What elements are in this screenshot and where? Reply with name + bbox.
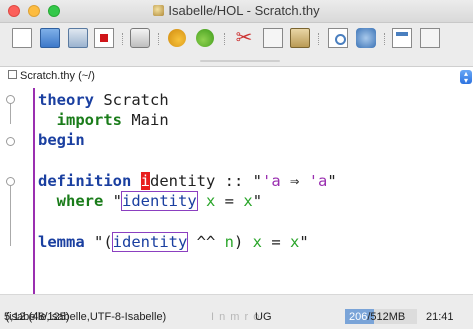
variable: x [243,192,253,210]
code-line-6: lemma "(identity ^^ n) x = x" [38,232,309,254]
operator: = [262,233,291,251]
toolbar-separator [158,33,160,45]
constant-ref: identity [111,232,189,252]
toolbar-separator [384,33,386,45]
gutter-rule [33,88,35,294]
theory-name: Scratch [94,91,169,109]
memory-total: /512MB [367,311,406,323]
keyword: where [56,192,104,210]
buffer-mode-text: (isabelle,isabelle,UTF-8-Isabelle) [5,311,167,323]
keyword: definition [38,172,132,190]
buffer-unmodified-icon [8,70,17,79]
buffer-switcher[interactable]: Scratch.thy (~/) ▴ ▾ [0,66,473,89]
memory-indicator[interactable]: 206/512MB [345,309,417,324]
chevron-updown-icon[interactable]: ▴ ▾ [460,70,472,85]
fold-marker-icon[interactable] [6,177,15,186]
constant-name: dentity [150,172,216,190]
code-line-1: theory Scratch [38,91,169,112]
toolbar-resize-handle[interactable] [200,60,280,62]
status-ug[interactable]: UG [255,311,272,323]
toggle-fullscreen-icon[interactable] [420,28,440,48]
fold-marker-icon[interactable] [6,137,15,146]
fold-marker-icon[interactable] [6,95,15,104]
text-cursor: i [140,172,151,190]
operator: = [215,192,244,210]
quote: " [327,172,337,190]
status-flags[interactable]: I n m r o [211,311,260,323]
new-file-icon[interactable] [12,28,32,48]
keyword: begin [38,131,85,149]
buffer-name: Scratch.thy (~/) [8,70,95,82]
keyword: imports [56,111,122,129]
close-file-icon[interactable] [94,28,114,48]
toolbar-separator [224,33,226,45]
constant-ref: identity [121,191,198,211]
undo-icon[interactable] [168,29,186,47]
variable: x [243,233,263,251]
find-replace-icon[interactable] [356,28,376,48]
paren: ) [234,233,244,251]
clock: 21:41 [426,311,454,323]
variable: x [290,233,300,251]
code-line-3: begin [38,131,85,152]
keyword: theory [38,91,94,109]
quote: " [252,192,263,210]
redo-icon[interactable] [196,29,214,47]
toolbar-separator [318,33,320,45]
status-bar: 5,12 (48/125)(isabelle,isabelle,UTF-8-Is… [0,306,473,329]
operator: ^^ [187,233,225,251]
type-var: 'a [308,172,328,190]
quote: " [252,172,263,190]
variable: x [196,192,216,210]
import-name: Main [122,111,169,129]
memory-text: 206/512MB [349,311,405,323]
code-line-5: where "identity x = x" [38,191,263,213]
save-file-icon[interactable] [68,28,88,48]
isabelle-app-icon [153,5,165,16]
window-titlebar: Isabelle/HOL - Scratch.thy [0,0,473,23]
type-var: 'a [262,172,281,190]
copy-icon[interactable] [263,28,283,48]
quote: "( [84,233,113,251]
keyword: lemma [38,233,85,251]
toolbar-separator [122,33,124,45]
arrow: ⇒ [280,172,309,190]
fullscreen-icon[interactable] [392,28,412,48]
caret-position[interactable]: 5,12 (48/125)(isabelle,isabelle,UTF-8-Is… [4,311,166,323]
type-sep: :: [215,172,253,190]
text-editor[interactable]: theory Scratch imports Main begin defini… [0,88,473,294]
code-line-4: definition identity :: "'a ⇒ 'a" [38,172,337,193]
paste-icon[interactable] [290,28,310,48]
window-title-text: Isabelle/HOL - Scratch.thy [168,3,320,18]
memory-used: 206 [349,311,368,323]
window-title: Isabelle/HOL - Scratch.thy [0,3,473,18]
quote: " [103,192,123,210]
quote: " [299,233,309,251]
find-icon[interactable] [328,28,348,48]
toolbar: ✂ [0,23,473,59]
variable: n [224,233,234,251]
cut-icon[interactable]: ✂ [234,28,254,48]
code-line-2: imports Main [38,111,169,132]
open-file-icon[interactable] [40,28,60,48]
print-icon[interactable] [130,28,150,48]
editor-gutter [0,88,32,294]
